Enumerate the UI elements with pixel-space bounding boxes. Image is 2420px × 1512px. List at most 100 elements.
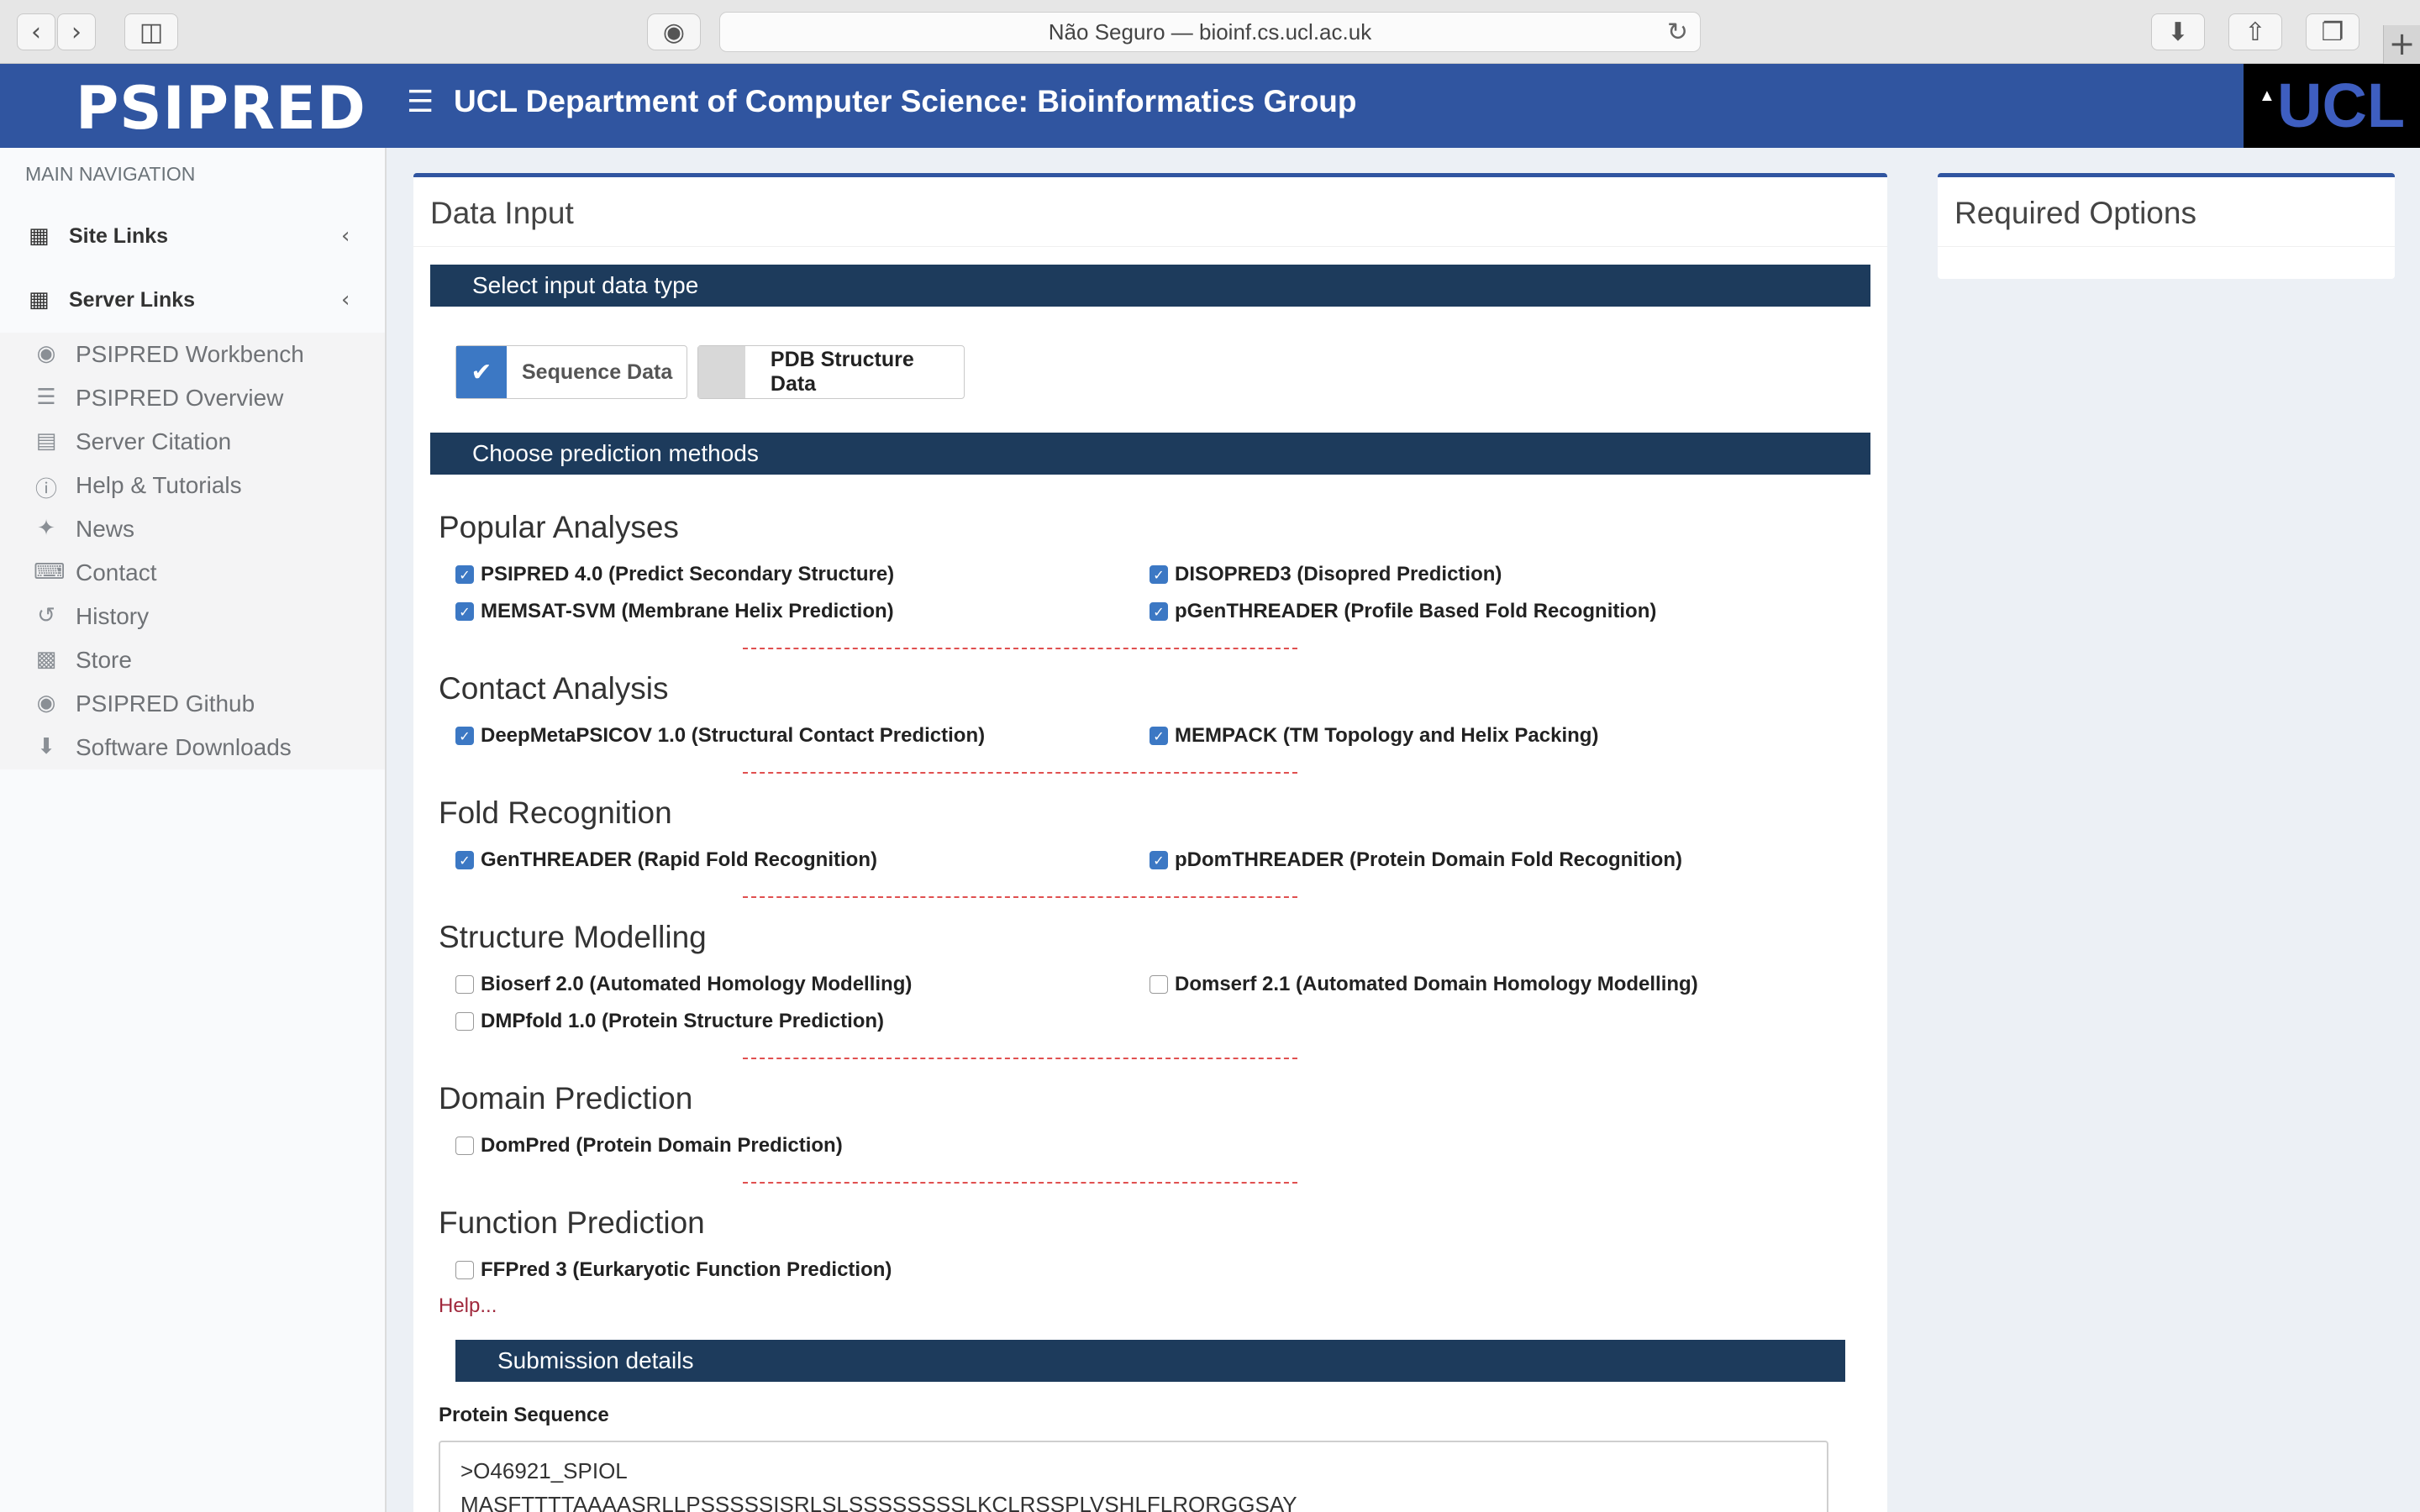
checkbox-unchecked-icon[interactable] (455, 975, 474, 994)
checkbox-unchecked-icon[interactable] (1150, 975, 1168, 994)
sidebar-item-software-downloads[interactable]: ⬇ Software Downloads (0, 726, 385, 769)
section-title-domain-prediction: Domain Prediction (439, 1081, 693, 1116)
option-label: Domserf 2.1 (Automated Domain Homology M… (1175, 973, 1698, 995)
checkbox-checked-icon[interactable]: ✓ (455, 565, 474, 584)
option-label: MEMSAT-SVM (Membrane Helix Prediction) (481, 600, 894, 622)
sidebar-group-site-links[interactable]: ▦ Site Links ‹ (0, 207, 387, 265)
github-icon: ◉ (36, 690, 56, 716)
browser-toolbar: ‹ › ◫ ◉ Não Seguro — bioinf.cs.ucl.ac.uk… (0, 0, 2420, 64)
mempack-option[interactable]: ✓ MEMPACK (TM Topology and Helix Packing… (1150, 723, 1598, 748)
checkbox-unchecked-icon[interactable] (455, 1137, 474, 1155)
sidebar-item-label: Help & Tutorials (76, 472, 242, 498)
toggle-label: PDB Structure Data (770, 348, 914, 396)
menu-toggle-icon[interactable]: ☰ (407, 84, 434, 121)
psipred-option[interactable]: ✓ PSIPRED 4.0 (Predict Secondary Structu… (455, 562, 894, 587)
bioserf-option[interactable]: Bioserf 2.0 (Automated Homology Modellin… (455, 972, 912, 997)
checkbox-checked-icon[interactable]: ✓ (1150, 565, 1168, 584)
panel-title: Data Input (430, 196, 574, 230)
sidebar-item-server-citation[interactable]: ▤ Server Citation (0, 420, 385, 464)
checkbox-checked-icon[interactable]: ✓ (1150, 851, 1168, 869)
address-bar[interactable]: Não Seguro — bioinf.cs.ucl.ac.uk ↻ (719, 12, 1701, 52)
sidebar-item-label: PSIPRED Github (76, 690, 255, 717)
checkbox-checked-icon[interactable]: ✓ (455, 602, 474, 621)
downloads-icon[interactable]: ⬇ (2151, 13, 2205, 50)
new-tab-icon[interactable]: + (2383, 25, 2420, 64)
checkbox-unchecked-icon[interactable] (455, 1012, 474, 1031)
server-links-submenu: ◉ PSIPRED Workbench ☰ PSIPRED Overview ▤… (0, 333, 385, 769)
url-text: Não Seguro — bioinf.cs.ucl.ac.uk (1048, 18, 1372, 45)
sidebar-item-label: History (76, 603, 150, 629)
sidebar-item-psipred-github[interactable]: ◉ PSIPRED Github (0, 682, 385, 726)
dmpfold-option[interactable]: DMPfold 1.0 (Protein Structure Predictio… (455, 1009, 884, 1034)
option-label: DeepMetaPSICOV 1.0 (Structural Contact P… (481, 724, 986, 747)
option-label: PSIPRED 4.0 (Predict Secondary Structure… (481, 563, 895, 585)
pdb-structure-data-toggle[interactable]: PDB Structure Data (697, 345, 965, 399)
pdomthreader-option[interactable]: ✓ pDomTHREADER (Protein Domain Fold Reco… (1150, 848, 1682, 873)
tabs-overview-icon[interactable]: ❐ (2306, 13, 2360, 50)
protein-sequence-input[interactable]: >O46921_SPIOL MASFTTTTAAAASRLLPSSSSSISRL… (439, 1441, 1828, 1512)
genthreader-option[interactable]: ✓ GenTHREADER (Rapid Fold Recognition) (455, 848, 877, 873)
reload-icon[interactable]: ↻ (1667, 18, 1688, 47)
option-label: DMPfold 1.0 (Protein Structure Predictio… (481, 1010, 885, 1032)
section-title-function-prediction: Function Prediction (439, 1205, 705, 1240)
file-icon: ▤ (35, 428, 57, 454)
deepmetapsicov-option[interactable]: ✓ DeepMetaPSICOV 1.0 (Structural Contact… (455, 723, 985, 748)
psipred-logo[interactable]: PSIPRED (76, 79, 366, 138)
back-icon[interactable]: ‹ (17, 13, 55, 50)
site-header: PSIPRED ☰ UCL Department of Computer Sci… (0, 64, 2420, 148)
sequence-data-toggle[interactable]: ✔ Sequence Data (455, 345, 687, 399)
required-options-panel: Required Options (1938, 173, 2395, 279)
dompred-option[interactable]: DomPred (Protein Domain Prediction) (455, 1133, 843, 1158)
sidebar-group-server-links[interactable]: ▦ Server Links ‹ (0, 270, 387, 329)
ucl-logo-text: UCL (2277, 71, 2406, 140)
section-divider (743, 772, 1297, 774)
ucl-logo[interactable]: ▲ UCL (2244, 64, 2420, 148)
sidebar-item-store[interactable]: ▩ Store (0, 638, 385, 682)
submission-details-bar: Submission details (455, 1340, 1845, 1382)
option-label: FFPred 3 (Eurkaryotic Function Predictio… (481, 1258, 892, 1281)
sidebar-group-label: Site Links (69, 223, 169, 248)
checkbox-checked-icon[interactable]: ✓ (455, 851, 474, 869)
sidebar-item-help-tutorials[interactable]: ⓘ Help & Tutorials (0, 464, 385, 507)
extension-icon[interactable]: ◉ (647, 13, 701, 50)
checkbox-checked-icon[interactable]: ✓ (1150, 602, 1168, 621)
check-icon: ✔ (456, 346, 507, 398)
sidebar-item-label: Server Citation (76, 428, 232, 454)
section-title-fold-recognition: Fold Recognition (439, 795, 672, 830)
option-label: pGenTHREADER (Profile Based Fold Recogni… (1175, 600, 1657, 622)
protein-sequence-label: Protein Sequence (439, 1404, 609, 1426)
sidebar-item-label: PSIPRED Overview (76, 385, 284, 411)
section-title-structure-modelling: Structure Modelling (439, 920, 707, 954)
sidebar-item-psipred-workbench[interactable]: ◉ PSIPRED Workbench (0, 333, 385, 376)
option-label: pDomTHREADER (Protein Domain Fold Recogn… (1175, 848, 1682, 871)
dashboard-icon: ◉ (36, 341, 56, 366)
help-link[interactable]: Help... (439, 1294, 497, 1318)
sidebar-item-history[interactable]: ↺ History (0, 595, 385, 638)
forward-icon[interactable]: › (57, 13, 96, 50)
checkbox-checked-icon[interactable]: ✓ (1150, 727, 1168, 745)
divider (413, 246, 1887, 247)
sidebar-group-label: Server Links (69, 287, 196, 312)
checkbox-checked-icon[interactable]: ✓ (455, 727, 474, 745)
share-icon[interactable]: ⇧ (2228, 13, 2282, 50)
option-label: DomPred (Protein Domain Prediction) (481, 1134, 843, 1157)
domserf-option[interactable]: Domserf 2.1 (Automated Domain Homology M… (1150, 972, 1698, 997)
checkbox-unchecked-icon[interactable] (455, 1261, 474, 1279)
disopred-option[interactable]: ✓ DISOPRED3 (Disopred Prediction) (1150, 562, 1502, 587)
option-label: GenTHREADER (Rapid Fold Recognition) (481, 848, 877, 871)
sidebar: MAIN NAVIGATION ▦ Site Links ‹ ▦ Server … (0, 148, 387, 1512)
option-label: Bioserf 2.0 (Automated Homology Modellin… (481, 973, 913, 995)
chevron-left-icon: ‹ (341, 287, 350, 312)
keyboard-icon: ⌨ (34, 559, 66, 585)
option-label: MEMPACK (TM Topology and Helix Packing) (1175, 724, 1599, 747)
divider (1938, 246, 2395, 247)
ffpred-option[interactable]: FFPred 3 (Eurkaryotic Function Predictio… (455, 1257, 892, 1283)
pgenthreader-option[interactable]: ✓ pGenTHREADER (Profile Based Fold Recog… (1150, 599, 1656, 624)
sidebar-item-psipred-overview[interactable]: ☰ PSIPRED Overview (0, 376, 385, 420)
panel-title: Required Options (1954, 196, 2196, 230)
sidebar-toggle-icon[interactable]: ◫ (124, 13, 178, 50)
memsat-option[interactable]: ✓ MEMSAT-SVM (Membrane Helix Prediction) (455, 599, 894, 624)
sidebar-item-news[interactable]: ✦ News (0, 507, 385, 551)
sidebar-item-contact[interactable]: ⌨ Contact (0, 551, 385, 595)
input-type-bar: Select input data type (430, 265, 1870, 307)
